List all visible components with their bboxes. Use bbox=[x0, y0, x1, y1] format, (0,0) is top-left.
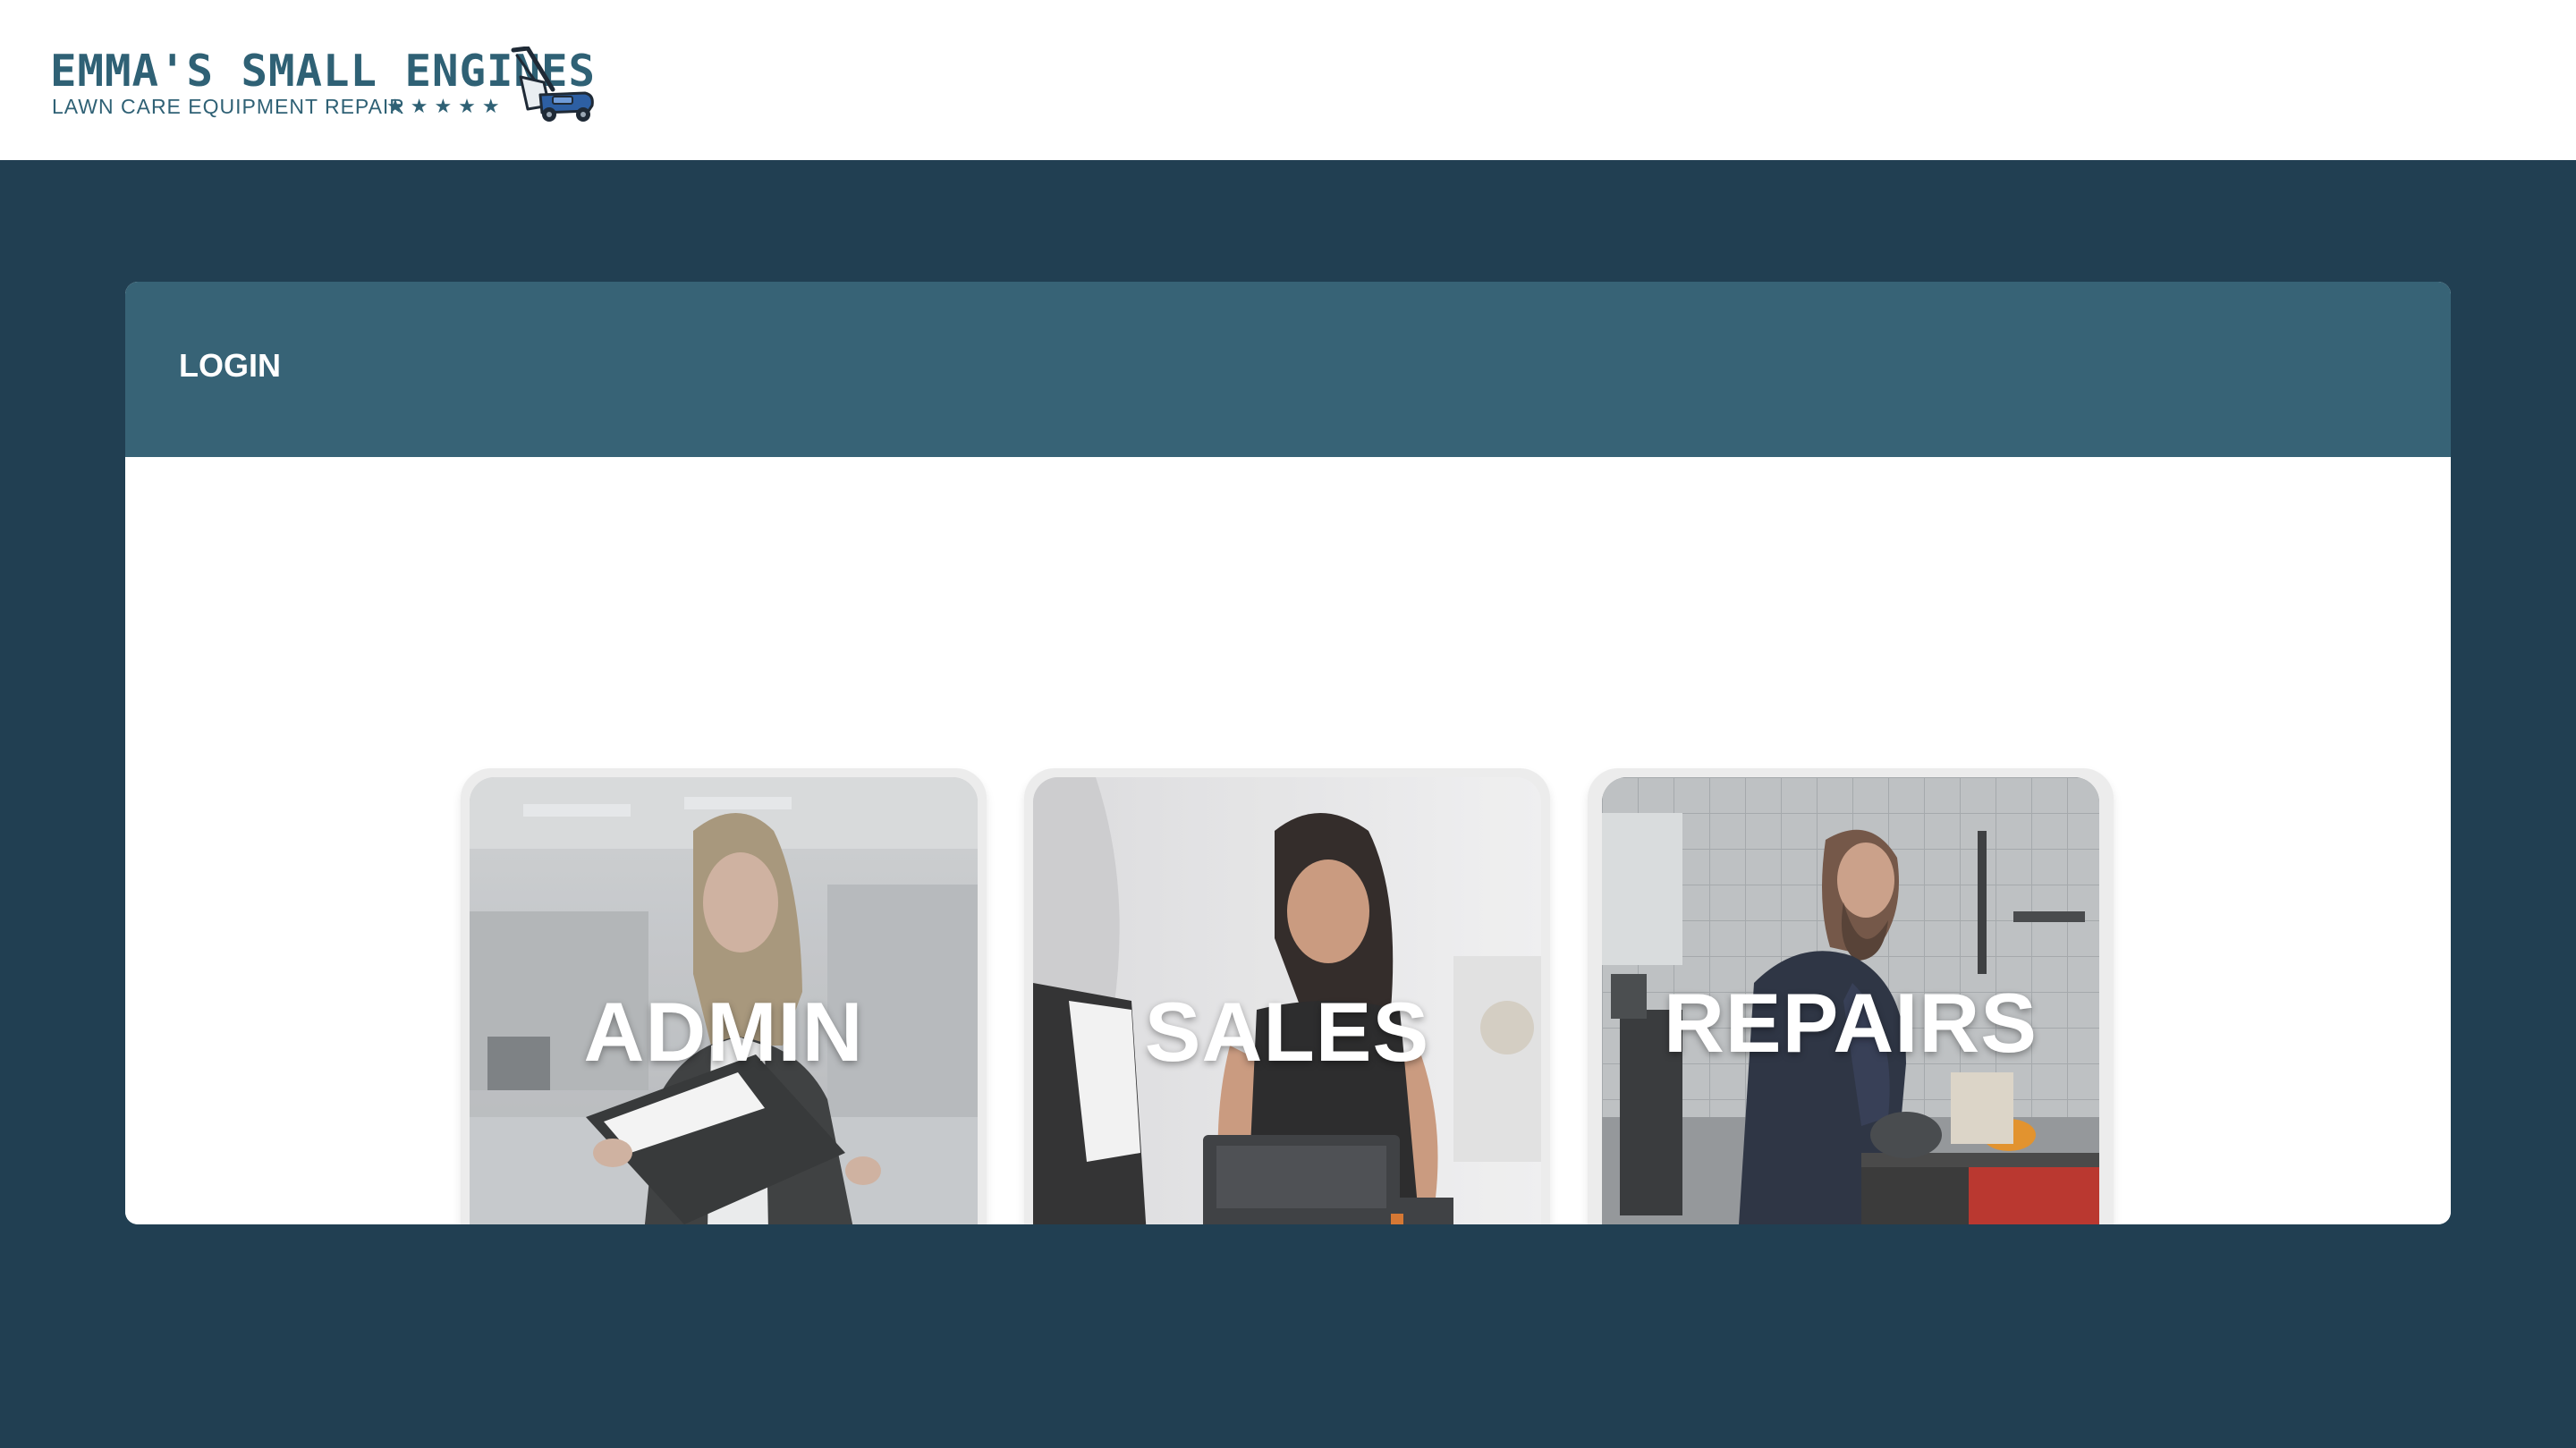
login-title: LOGIN bbox=[179, 347, 281, 384]
top-header: EMMA'S SMALL ENGINES LAWN CARE EQUIPMENT… bbox=[0, 0, 2576, 160]
logo-stars: ★★★★★ bbox=[386, 96, 506, 118]
repairs-card-label: REPAIRS bbox=[1664, 976, 2038, 1070]
sales-card-label: SALES bbox=[1144, 985, 1430, 1079]
lawn-mower-icon bbox=[511, 47, 594, 122]
company-logo[interactable]: EMMA'S SMALL ENGINES LAWN CARE EQUIPMENT… bbox=[50, 47, 596, 123]
sales-role-card[interactable]: SALES bbox=[1024, 768, 1550, 1224]
login-panel-header: LOGIN bbox=[125, 282, 2451, 457]
admin-role-card[interactable]: ADMIN bbox=[461, 768, 987, 1224]
login-panel: LOGIN ADMIN SALES REPAIRS bbox=[125, 282, 2451, 1224]
admin-card-label: ADMIN bbox=[583, 985, 864, 1079]
logo-subtitle: LAWN CARE EQUIPMENT REPAIR bbox=[52, 95, 405, 118]
login-panel-body: ADMIN SALES REPAIRS bbox=[125, 457, 2451, 1224]
repairs-role-card[interactable]: REPAIRS bbox=[1588, 768, 2114, 1224]
